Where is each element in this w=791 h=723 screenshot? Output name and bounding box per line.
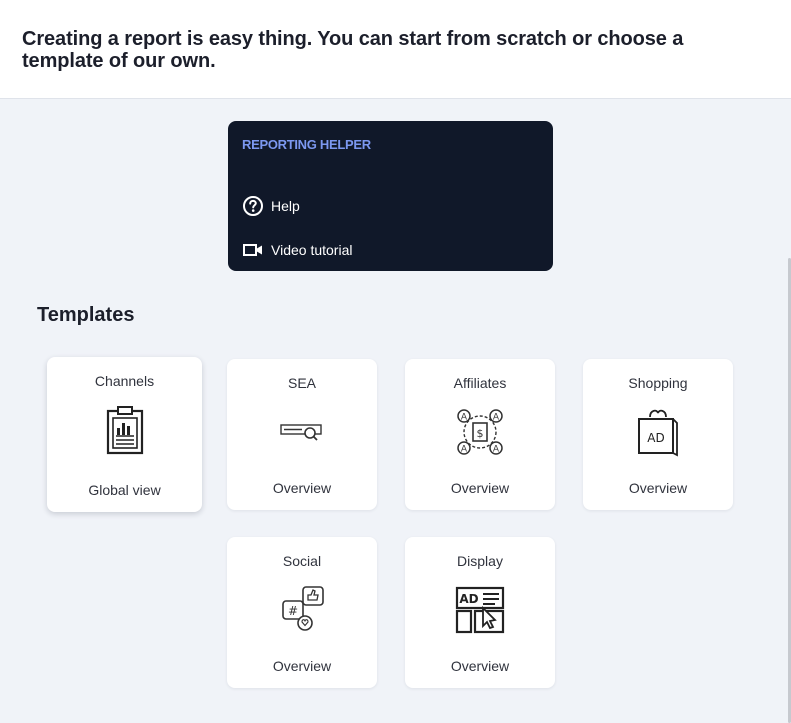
- social-media-icon: #: [227, 583, 377, 637]
- template-card-channels[interactable]: Channels Global view: [47, 357, 202, 512]
- clipboard-chart-icon: [47, 403, 202, 457]
- shopping-bag-ad-icon: AD: [583, 405, 733, 459]
- card-subtitle: Global view: [88, 482, 161, 498]
- card-subtitle: Overview: [450, 658, 510, 674]
- template-card-sea[interactable]: SEA Overview: [227, 359, 377, 510]
- card-subtitle: Overview: [272, 658, 332, 674]
- reporting-helper-panel: REPORTING HELPER Help Video tutorial: [228, 121, 553, 271]
- video-tutorial-label: Video tutorial: [271, 242, 353, 258]
- svg-text:$: $: [477, 427, 484, 440]
- svg-text:A: A: [493, 445, 500, 455]
- card-subtitle: Overview: [272, 480, 332, 496]
- display-ad-icon: AD: [405, 583, 555, 637]
- search-bar-icon: [227, 405, 377, 459]
- template-card-shopping[interactable]: Shopping AD Overview: [583, 359, 733, 510]
- card-title: Shopping: [628, 375, 688, 391]
- page-header: Creating a report is easy thing. You can…: [0, 0, 791, 99]
- svg-text:#: #: [288, 604, 298, 618]
- svg-text:A: A: [461, 413, 468, 423]
- card-title: Channels: [94, 373, 155, 389]
- help-circle-icon: [242, 195, 264, 217]
- template-card-social[interactable]: Social # Overview: [227, 537, 377, 688]
- template-card-display[interactable]: Display AD Overview: [405, 537, 555, 688]
- svg-text:A: A: [493, 413, 500, 423]
- video-tutorial-link[interactable]: Video tutorial: [242, 239, 352, 261]
- page-title: Creating a report is easy thing. You can…: [22, 28, 684, 72]
- templates-heading: Templates: [37, 304, 135, 326]
- card-title: Social: [282, 553, 322, 569]
- card-subtitle: Overview: [628, 480, 688, 496]
- svg-text:AD: AD: [647, 431, 664, 445]
- card-title: Display: [457, 553, 503, 569]
- help-link[interactable]: Help: [242, 195, 300, 217]
- card-subtitle: Overview: [450, 480, 510, 496]
- card-title: Affiliates: [453, 375, 507, 391]
- card-title: SEA: [287, 375, 316, 391]
- help-label: Help: [271, 198, 300, 214]
- affiliate-network-icon: $ A A A A: [405, 405, 555, 459]
- helper-title: REPORTING HELPER: [242, 137, 371, 152]
- template-card-affiliates[interactable]: Affiliates $ A A A A Overview: [405, 359, 555, 510]
- svg-text:AD: AD: [459, 592, 478, 606]
- svg-text:A: A: [461, 445, 468, 455]
- video-camera-icon: [242, 239, 264, 261]
